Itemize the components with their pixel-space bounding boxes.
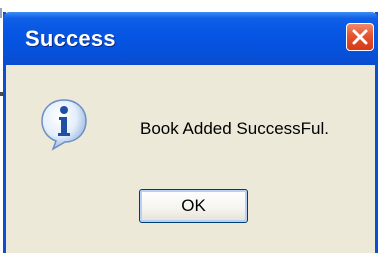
close-icon xyxy=(352,29,368,45)
ok-button[interactable]: OK xyxy=(139,189,248,223)
dialog-title: Success xyxy=(25,26,116,51)
close-button[interactable] xyxy=(346,23,374,51)
message-dialog: Success Book Added SuccessFul. OK xyxy=(3,12,378,253)
dialog-message: Book Added SuccessFul. xyxy=(140,119,330,138)
dialog-titlebar[interactable]: Success xyxy=(3,12,378,65)
background-window-edge xyxy=(0,8,2,18)
information-icon xyxy=(41,99,87,151)
screen: Success Book Added SuccessFul. OK xyxy=(0,0,382,253)
